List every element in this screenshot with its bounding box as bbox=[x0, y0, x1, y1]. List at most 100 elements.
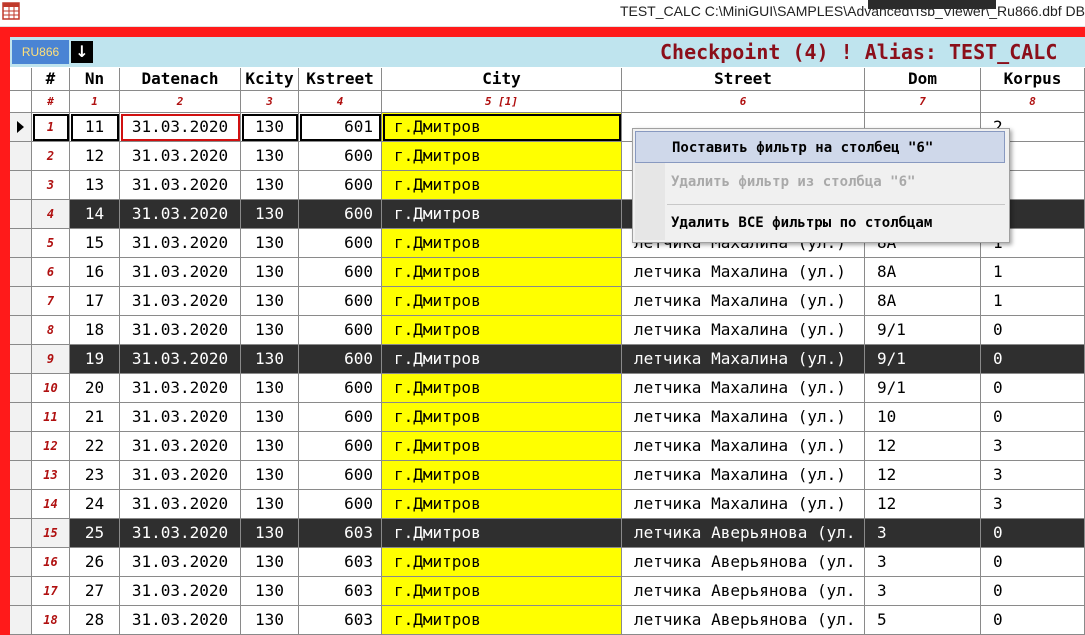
cell-kstreet[interactable]: 600 bbox=[299, 432, 382, 461]
cell-datenach[interactable]: 31.03.2020 bbox=[120, 577, 241, 606]
table-row[interactable]: 14 24 31.03.2020 130 600 г.Дмитров летчика Мах… bbox=[10, 490, 1085, 519]
row-number[interactable]: 10 bbox=[32, 374, 70, 403]
cell-datenach[interactable]: 31.03.2020 bbox=[120, 403, 241, 432]
cell-kcity[interactable]: 130 bbox=[241, 113, 299, 142]
table-row[interactable]: 6 16 31.03.2020 130 600 г.Дмитров летчика Маха… bbox=[10, 258, 1085, 287]
table-row[interactable]: 8 18 31.03.2020 130 600 г.Дмитров летчика Маха… bbox=[10, 316, 1085, 345]
table-row[interactable]: 13 23 31.03.2020 130 600 г.Дмитров летчика Мах… bbox=[10, 461, 1085, 490]
cell-nn[interactable]: 18 bbox=[70, 316, 120, 345]
row-indicator[interactable] bbox=[10, 519, 32, 548]
cell-street[interactable]: летчика Махалина (ул.) bbox=[622, 461, 865, 490]
row-number[interactable]: 3 bbox=[32, 171, 70, 200]
cell-kstreet[interactable]: 603 bbox=[299, 519, 382, 548]
row-number[interactable]: 14 bbox=[32, 490, 70, 519]
row-indicator[interactable] bbox=[10, 577, 32, 606]
cell-kstreet[interactable]: 603 bbox=[299, 577, 382, 606]
cell-korpus[interactable]: 0 bbox=[981, 548, 1085, 577]
cell-datenach[interactable]: 31.03.2020 bbox=[120, 287, 241, 316]
cell-city[interactable]: г.Дмитров bbox=[382, 490, 622, 519]
cell-korpus[interactable]: 0 bbox=[981, 345, 1085, 374]
row-indicator[interactable] bbox=[10, 171, 32, 200]
row-number[interactable]: 4 bbox=[32, 200, 70, 229]
cell-kstreet[interactable]: 600 bbox=[299, 171, 382, 200]
row-number[interactable]: 7 bbox=[32, 287, 70, 316]
cell-street[interactable]: летчика Аверьянова (ул. bbox=[622, 577, 865, 606]
cell-dom[interactable]: 5 bbox=[865, 606, 981, 635]
row-indicator[interactable] bbox=[10, 200, 32, 229]
menu-item-remove-filter[interactable]: Удалить фильтр из столбца "6" bbox=[635, 166, 1005, 198]
cell-nn[interactable]: 15 bbox=[70, 229, 120, 258]
cell-korpus[interactable]: 3 bbox=[981, 461, 1085, 490]
cell-datenach[interactable]: 31.03.2020 bbox=[120, 200, 241, 229]
cell-kcity[interactable]: 130 bbox=[241, 490, 299, 519]
row-indicator[interactable] bbox=[10, 548, 32, 577]
cell-city[interactable]: г.Дмитров bbox=[382, 519, 622, 548]
cell-datenach[interactable]: 31.03.2020 bbox=[120, 519, 241, 548]
row-indicator[interactable] bbox=[10, 345, 32, 374]
cell-korpus[interactable]: 0 bbox=[981, 403, 1085, 432]
header-street[interactable]: Street bbox=[622, 68, 865, 91]
alias-badge[interactable]: RU866 bbox=[12, 40, 69, 64]
cell-korpus[interactable]: 1 bbox=[981, 287, 1085, 316]
cell-datenach[interactable]: 31.03.2020 bbox=[120, 171, 241, 200]
cell-nn[interactable]: 28 bbox=[70, 606, 120, 635]
cell-city[interactable]: г.Дмитров bbox=[382, 461, 622, 490]
cell-dom[interactable]: 9/1 bbox=[865, 374, 981, 403]
cell-korpus[interactable]: 0 bbox=[981, 519, 1085, 548]
cell-nn[interactable]: 14 bbox=[70, 200, 120, 229]
cell-city[interactable]: г.Дмитров bbox=[382, 287, 622, 316]
cell-nn[interactable]: 24 bbox=[70, 490, 120, 519]
cell-kcity[interactable]: 130 bbox=[241, 287, 299, 316]
cell-datenach[interactable]: 31.03.2020 bbox=[120, 374, 241, 403]
row-indicator[interactable] bbox=[10, 287, 32, 316]
row-indicator[interactable] bbox=[10, 113, 32, 142]
cell-kstreet[interactable]: 600 bbox=[299, 287, 382, 316]
cell-kstreet[interactable]: 603 bbox=[299, 548, 382, 577]
row-indicator[interactable] bbox=[10, 432, 32, 461]
row-number[interactable]: 13 bbox=[32, 461, 70, 490]
row-number[interactable]: 2 bbox=[32, 142, 70, 171]
cell-street[interactable]: летчика Махалина (ул.) bbox=[622, 432, 865, 461]
menu-item-remove-all-filters[interactable]: Удалить ВСЕ фильтры по столбцам bbox=[635, 207, 1005, 239]
cell-kcity[interactable]: 130 bbox=[241, 258, 299, 287]
cell-street[interactable]: летчика Аверьянова (ул. bbox=[622, 519, 865, 548]
row-number[interactable]: 12 bbox=[32, 432, 70, 461]
cell-kstreet[interactable]: 600 bbox=[299, 461, 382, 490]
header-rownum[interactable]: # bbox=[32, 68, 70, 91]
cell-kcity[interactable]: 130 bbox=[241, 461, 299, 490]
cell-kstreet[interactable]: 601 bbox=[299, 113, 382, 142]
header-dom[interactable]: Dom bbox=[865, 68, 981, 91]
cell-kstreet[interactable]: 600 bbox=[299, 490, 382, 519]
cell-city[interactable]: г.Дмитров bbox=[382, 171, 622, 200]
row-number[interactable]: 11 bbox=[32, 403, 70, 432]
cell-korpus[interactable]: 3 bbox=[981, 432, 1085, 461]
row-indicator[interactable] bbox=[10, 258, 32, 287]
cell-datenach[interactable]: 31.03.2020 bbox=[120, 229, 241, 258]
row-number[interactable]: 15 bbox=[32, 519, 70, 548]
cell-dom[interactable]: 3 bbox=[865, 577, 981, 606]
table-row[interactable]: 12 22 31.03.2020 130 600 г.Дмитров летчика Мах… bbox=[10, 432, 1085, 461]
cell-datenach[interactable]: 31.03.2020 bbox=[120, 606, 241, 635]
cell-dom[interactable]: 9/1 bbox=[865, 316, 981, 345]
cell-dom[interactable]: 12 bbox=[865, 461, 981, 490]
menu-item-set-filter[interactable]: Поставить фильтр на столбец "6" bbox=[635, 131, 1005, 163]
cell-datenach[interactable]: 31.03.2020 bbox=[120, 316, 241, 345]
table-row[interactable]: 9 19 31.03.2020 130 600 г.Дмитров летчика Маха… bbox=[10, 345, 1085, 374]
cell-city[interactable]: г.Дмитров bbox=[382, 316, 622, 345]
cell-datenach[interactable]: 31.03.2020 bbox=[120, 142, 241, 171]
cell-city[interactable]: г.Дмитров bbox=[382, 577, 622, 606]
row-indicator[interactable] bbox=[10, 461, 32, 490]
cell-dom[interactable]: 3 bbox=[865, 548, 981, 577]
cell-city[interactable]: г.Дмитров bbox=[382, 142, 622, 171]
cell-datenach[interactable]: 31.03.2020 bbox=[120, 490, 241, 519]
cell-nn[interactable]: 20 bbox=[70, 374, 120, 403]
row-number[interactable]: 9 bbox=[32, 345, 70, 374]
cell-datenach[interactable]: 31.03.2020 bbox=[120, 345, 241, 374]
cell-datenach[interactable]: 31.03.2020 bbox=[120, 432, 241, 461]
cell-nn[interactable]: 25 bbox=[70, 519, 120, 548]
table-row[interactable]: 15 25 31.03.2020 130 603 г.Дмитров летчика Аве… bbox=[10, 519, 1085, 548]
row-number[interactable]: 18 bbox=[32, 606, 70, 635]
row-indicator[interactable] bbox=[10, 403, 32, 432]
cell-street[interactable]: летчика Махалина (ул.) bbox=[622, 258, 865, 287]
cell-city[interactable]: г.Дмитров bbox=[382, 113, 622, 142]
